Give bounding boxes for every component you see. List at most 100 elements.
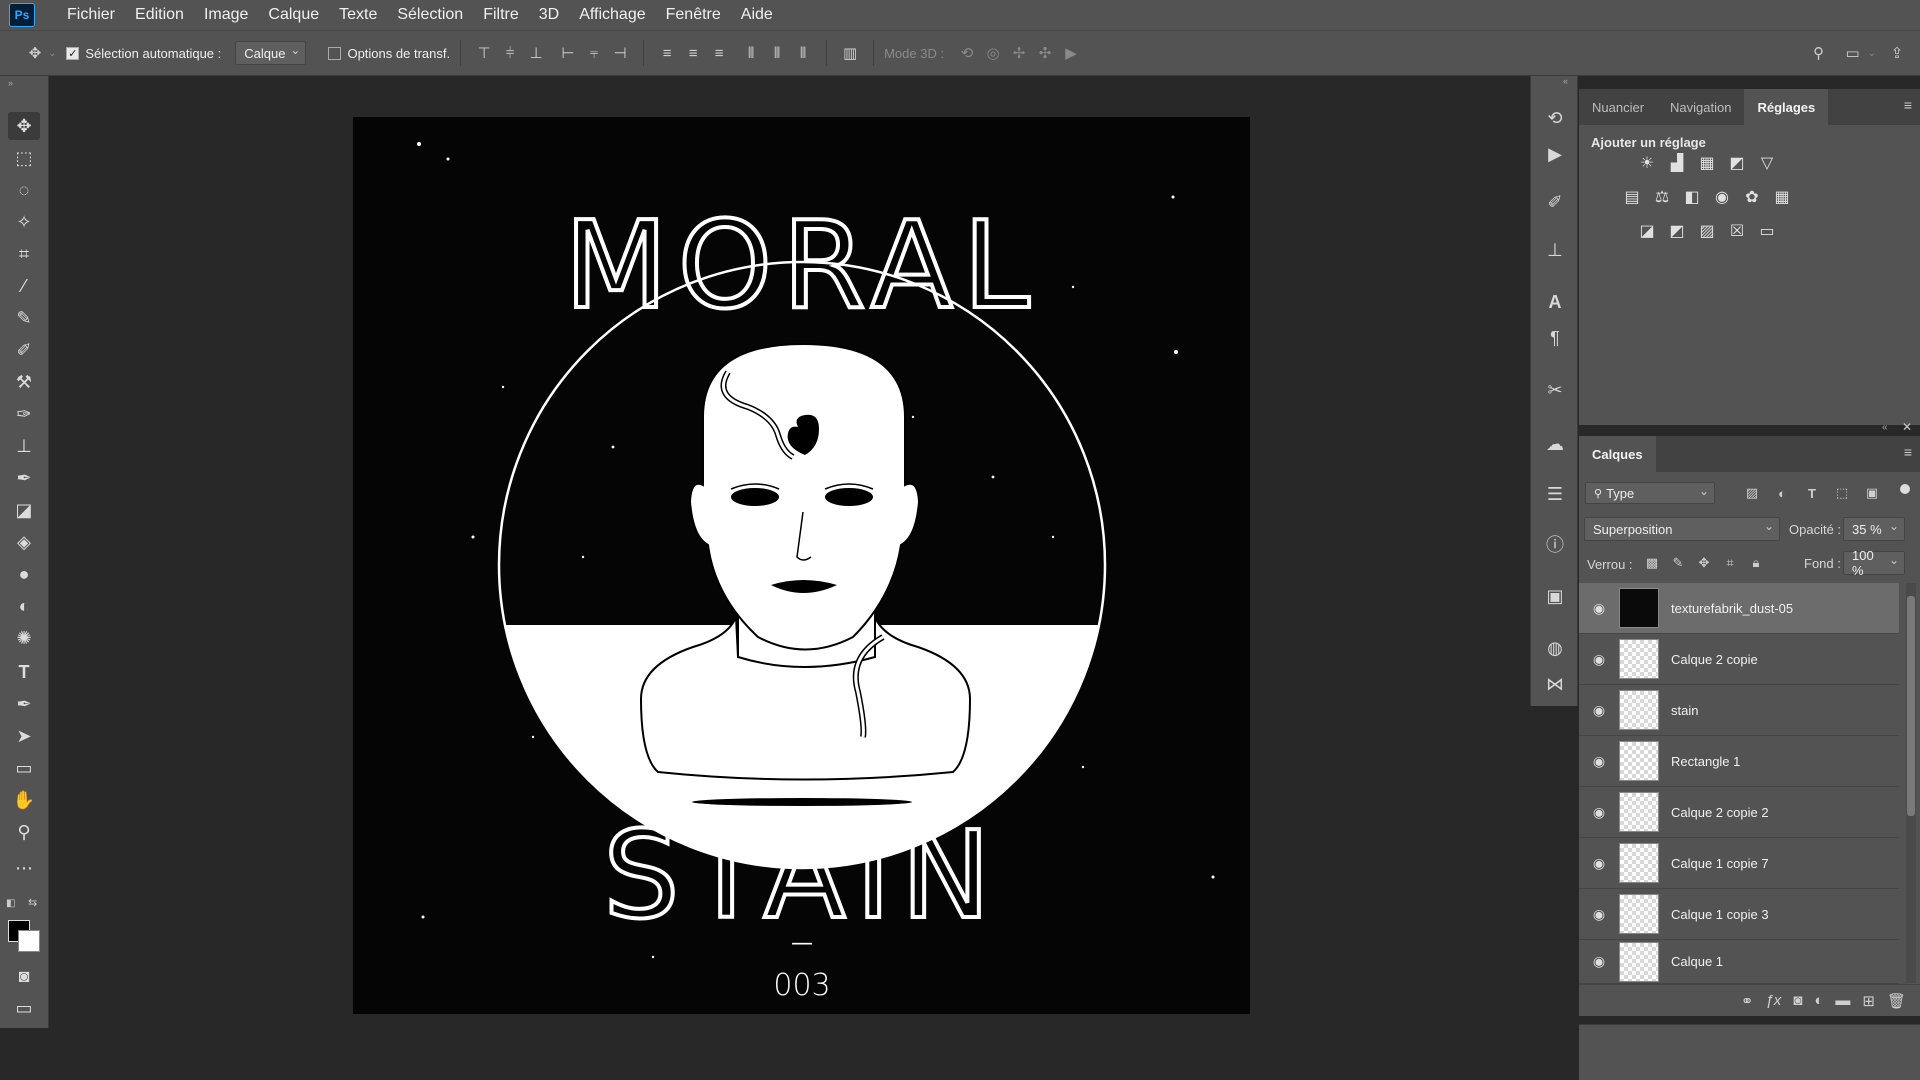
libraries-icon[interactable]: ☁ [1541,430,1569,458]
distribute-bottom-icon[interactable]: ≡ [706,40,732,66]
new-layer-icon[interactable]: ⊞ [1862,992,1875,1010]
eye-icon[interactable]: ◉ [1579,953,1619,970]
eyedropper-tool-icon[interactable]: ⁄ [8,272,40,300]
threshold-icon[interactable]: ▨ [1696,221,1718,241]
filter-adjustment-icon[interactable]: ◐ [1769,480,1795,506]
auto-select-checkbox[interactable]: ✓ [66,46,80,60]
panel-menu-icon[interactable]: ≡ [1904,444,1912,460]
orbit-3d-icon[interactable]: ⟲ [954,40,980,66]
paint-bucket-tool-icon[interactable]: ◈ [8,528,40,556]
auto-align-icon[interactable]: ▥ [837,40,863,66]
layer-row[interactable]: ◉ texturefabrik_dust-05 [1579,583,1899,634]
slide-3d-icon[interactable]: ✣ [1032,40,1058,66]
background-color-swatch[interactable] [18,930,40,952]
eye-icon[interactable]: ◉ [1579,651,1619,668]
blur-tool-icon[interactable]: ● [8,560,40,588]
layer-row[interactable]: ◉ Calque 1 [1579,940,1899,984]
character-icon[interactable]: A [1541,288,1569,316]
brush-tool-icon[interactable]: ✐ [8,336,40,364]
properties-icon[interactable]: ☰ [1541,480,1569,508]
more-tools-icon[interactable]: ⋯ [8,854,40,882]
channel-mixer-icon[interactable]: ✿ [1741,187,1763,207]
crop-tool-icon[interactable]: ⌗ [8,240,40,268]
auto-select-target-dropdown[interactable]: Calque [235,41,307,65]
menu-affichage[interactable]: Affichage [569,6,655,24]
zoom-tool-icon[interactable]: ⚲ [8,818,40,846]
default-colors-icon[interactable]: ◧ [6,898,15,909]
delete-layer-icon[interactable]: 🗑︎ [1887,992,1906,1010]
filter-shape-icon[interactable]: ⬚ [1829,480,1855,506]
path-selection-tool-icon[interactable]: ➤ [8,722,40,750]
lock-artboard-icon[interactable]: ⌗ [1717,550,1743,576]
clone-source-icon[interactable]: ⊥ [1541,236,1569,264]
layer-row[interactable]: ◉ Calque 2 copie [1579,634,1899,685]
distribute-left-icon[interactable]: ⦀ [738,40,764,66]
hand-tool-icon[interactable]: ✋ [8,786,40,814]
menu-aide[interactable]: Aide [731,6,783,24]
eye-icon[interactable]: ◉ [1579,600,1619,617]
filter-type-icon[interactable]: T [1799,480,1825,506]
panel-menu-icon[interactable]: ≡ [1904,97,1912,113]
collapse-icon[interactable]: » [8,78,13,88]
align-horizontal-center-icon[interactable]: ⫧ [581,40,607,66]
eye-icon[interactable]: ◉ [1579,804,1619,821]
tab-reglages[interactable]: Réglages [1744,89,1829,125]
adjustment-layer-icon[interactable]: ◐ [1814,992,1823,1009]
lock-image-pixels-icon[interactable]: ✎ [1665,550,1691,576]
layer-row[interactable]: ◉ stain [1579,685,1899,736]
link-layers-icon[interactable]: ⚭ [1741,992,1754,1010]
paths-icon[interactable]: ⋈ [1541,670,1569,698]
layer-row[interactable]: ◉ Calque 1 copie 3 [1579,889,1899,940]
brushes-icon[interactable]: ✐ [1541,188,1569,216]
gradient-map-icon[interactable]: ▭ [1756,221,1778,241]
photo-filter-icon[interactable]: ◉ [1711,187,1733,207]
tab-calques[interactable]: Calques [1579,436,1656,472]
swap-colors-icon[interactable]: ⇆ [28,896,37,909]
move-tool-icon[interactable]: ✥ [8,112,40,140]
selective-color-icon[interactable]: ☒ [1726,221,1748,241]
eye-icon[interactable]: ◉ [1579,906,1619,923]
lasso-tool-icon[interactable]: ◌ [8,176,40,204]
healing-brush-tool-icon[interactable]: ✎ [8,304,40,332]
close-icon[interactable]: ✕ [1902,420,1912,434]
quick-mask-icon[interactable]: ◙ [8,962,40,990]
menu-texte[interactable]: Texte [329,6,387,24]
tab-navigation[interactable]: Navigation [1657,89,1744,125]
eraser-tool-icon[interactable]: ◪ [8,496,40,524]
fill-input[interactable]: 100 % [1843,548,1905,578]
color-lookup-icon[interactable]: ▦ [1771,187,1793,207]
layers-scrollbar-thumb[interactable] [1907,596,1915,816]
levels-icon[interactable]: ▟ [1666,153,1688,173]
dodge-tool-icon[interactable]: ◐ [8,592,40,620]
vibrance-icon[interactable]: ▽ [1756,153,1778,173]
distribute-top-icon[interactable]: ≡ [654,40,680,66]
new-group-icon[interactable]: ▬ [1835,992,1850,1009]
menu-selection[interactable]: Sélection [387,6,473,24]
sponge-tool-icon[interactable]: ✺ [8,624,40,652]
invert-icon[interactable]: ◪ [1636,221,1658,241]
roll-3d-icon[interactable]: ◎ [980,40,1006,66]
align-bottom-icon[interactable]: ⊥ [523,40,549,66]
distribute-vertical-center-icon[interactable]: ≡ [680,40,706,66]
black-white-icon[interactable]: ◧ [1681,187,1703,207]
collapse-icon[interactable]: « [1882,422,1888,433]
rectangle-tool-icon[interactable]: ▭ [8,754,40,782]
layer-filter-dropdown[interactable]: ⚲ Type [1585,482,1715,504]
chevron-down-icon[interactable]: ⌄ [1868,48,1876,59]
add-mask-icon[interactable]: ◙ [1793,992,1802,1009]
workspace-icon[interactable]: ▭ [1840,40,1866,66]
filter-pixel-icon[interactable]: ▨ [1739,480,1765,506]
opacity-input[interactable]: 35 % [1843,517,1905,541]
document-canvas[interactable]: MORAL STAIN — 003 [353,117,1250,1014]
transform-controls-checkbox[interactable] [328,46,342,60]
menu-calque[interactable]: Calque [258,6,329,24]
paragraph-icon[interactable]: ¶ [1541,324,1569,352]
filter-smart-object-icon[interactable]: ▣ [1859,480,1885,506]
layer-style-icon[interactable]: ƒx [1765,992,1781,1009]
layer-row[interactable]: ◉ Rectangle 1 [1579,736,1899,787]
tab-nuancier[interactable]: Nuancier [1579,89,1657,125]
brightness-icon[interactable]: ☀ [1636,153,1658,173]
share-icon[interactable]: ⇪ [1884,40,1910,66]
align-vertical-center-icon[interactable]: ⫩ [497,40,523,66]
magic-wand-tool-icon[interactable]: ✧ [8,208,40,236]
